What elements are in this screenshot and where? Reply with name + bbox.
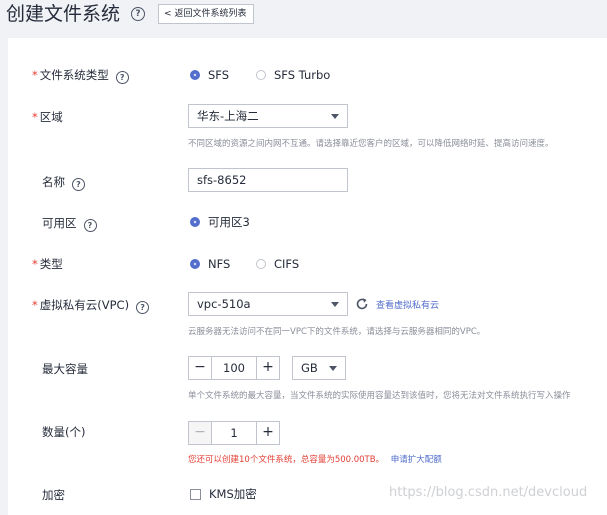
quota-notice-text: 您还可以创建10个文件系统，总容量为500.00TB。 <box>188 455 385 465</box>
radio-az3[interactable]: 可用区3 <box>190 214 250 230</box>
region-label-text: 区域 <box>39 110 63 124</box>
required-asterisk: * <box>32 68 38 82</box>
create-form-card: * 文件系统类型? SFS SFS Turbo * 区域 华东-上海二 不同区域的资… <box>8 38 607 515</box>
radio-cifs[interactable]: CIFS <box>256 256 299 272</box>
capacity-unit-value: GB <box>301 361 318 375</box>
radio-cifs-label: CIFS <box>274 257 300 271</box>
quantity-decrement-button[interactable]: − <box>188 421 212 445</box>
radio-az3-label: 可用区3 <box>208 215 250 229</box>
required-asterisk: * <box>32 110 38 124</box>
name-input[interactable]: sfs-8652 <box>188 168 348 192</box>
required-asterisk: * <box>32 298 38 312</box>
quota-notice: 您还可以创建10个文件系统，总容量为500.00TB。 申请扩大配额 <box>188 454 442 466</box>
radio-unselected-icon <box>256 70 266 80</box>
request-quota-link[interactable]: 申请扩大配额 <box>391 455 442 465</box>
radio-selected-icon <box>190 217 200 227</box>
help-icon[interactable]: ? <box>83 219 97 232</box>
capacity-hint: 单个文件系统的最大容量，当文件系统的实际使用容量达到该值时，您将无法对文件系统执… <box>188 391 571 401</box>
vpc-hint: 云服务器无法访问不在同一VPC下的文件系统，请选择与云服务器相同的VPC。 <box>188 327 486 337</box>
vpc-select-value: vpc-510a <box>197 297 251 311</box>
region-select[interactable]: 华东-上海二 <box>188 104 348 128</box>
capacity-decrement-button[interactable]: − <box>188 356 212 380</box>
az-label: 可用区? <box>42 215 97 232</box>
region-hint: 不同区域的资源之间内网不互通。请选择靠近您客户的区域，可以降低网络时延、提高访问… <box>188 139 554 149</box>
fs-type-label-text: 文件系统类型 <box>39 68 109 82</box>
help-icon[interactable]: ? <box>136 301 150 314</box>
region-select-value: 华东-上海二 <box>197 109 259 123</box>
capacity-input[interactable]: 100 <box>212 356 256 380</box>
quantity-increment-button[interactable]: + <box>256 421 280 445</box>
radio-nfs-label: NFS <box>208 257 231 271</box>
encryption-label-text: 加密 <box>42 488 65 502</box>
caret-down-icon <box>331 114 339 119</box>
watermark-text: https://blog.csdn.net/devcloud <box>389 485 588 500</box>
caret-down-icon <box>331 302 339 307</box>
radio-nfs[interactable]: NFS <box>190 256 230 272</box>
chevron-left-icon: < <box>164 9 172 19</box>
fs-type-label: * 文件系统类型? <box>32 67 129 84</box>
help-icon[interactable]: ? <box>115 71 129 84</box>
protocol-label-text: 类型 <box>39 257 63 271</box>
kms-encryption-checkbox[interactable] <box>190 489 201 500</box>
encryption-label: 加密 <box>42 487 65 503</box>
capacity-increment-button[interactable]: + <box>256 356 280 380</box>
radio-sfs-turbo-label: SFS Turbo <box>274 68 331 82</box>
vpc-select[interactable]: vpc-510a <box>188 292 348 316</box>
quantity-label: 数量(个) <box>42 424 85 440</box>
protocol-label: * 类型 <box>32 256 63 272</box>
back-to-list-button[interactable]: < 返回文件系统列表 <box>158 4 254 24</box>
region-label: * 区域 <box>32 109 63 125</box>
capacity-label: 最大容量 <box>42 361 88 377</box>
view-vpc-link[interactable]: 查看虚拟私有云 <box>376 300 439 312</box>
vpc-label: * 虚拟私有云(VPC)? <box>32 297 150 314</box>
quantity-input[interactable]: 1 <box>212 421 256 445</box>
name-input-value: sfs-8652 <box>197 173 247 187</box>
quantity-label-text: 数量(个) <box>42 425 86 439</box>
quantity-stepper: − 1 + <box>188 421 280 445</box>
vpc-label-text: 虚拟私有云(VPC) <box>39 298 130 312</box>
page-title: 创建文件系统 <box>6 3 121 25</box>
radio-sfs-label: SFS <box>208 68 230 82</box>
name-label: 名称? <box>42 174 85 191</box>
required-asterisk: * <box>32 257 38 271</box>
refresh-icon[interactable] <box>355 297 369 311</box>
help-icon[interactable]: ? <box>131 7 145 21</box>
help-icon[interactable]: ? <box>72 178 85 191</box>
radio-unselected-icon <box>256 259 266 269</box>
capacity-unit-select[interactable]: GB <box>292 356 346 380</box>
capacity-stepper: − 100 + <box>188 356 280 380</box>
az-label-text: 可用区 <box>42 216 77 230</box>
radio-selected-icon <box>190 70 200 80</box>
radio-selected-icon <box>190 259 200 269</box>
radio-sfs-turbo[interactable]: SFS Turbo <box>256 67 330 83</box>
caret-down-icon <box>329 366 337 371</box>
capacity-label-text: 最大容量 <box>42 362 88 376</box>
radio-sfs[interactable]: SFS <box>190 67 229 83</box>
name-label-text: 名称 <box>42 175 65 189</box>
back-button-label: 返回文件系统列表 <box>174 9 247 19</box>
page-header: 创建文件系统 ? < 返回文件系统列表 <box>0 0 607 30</box>
kms-encryption-label: KMS加密 <box>209 487 257 501</box>
